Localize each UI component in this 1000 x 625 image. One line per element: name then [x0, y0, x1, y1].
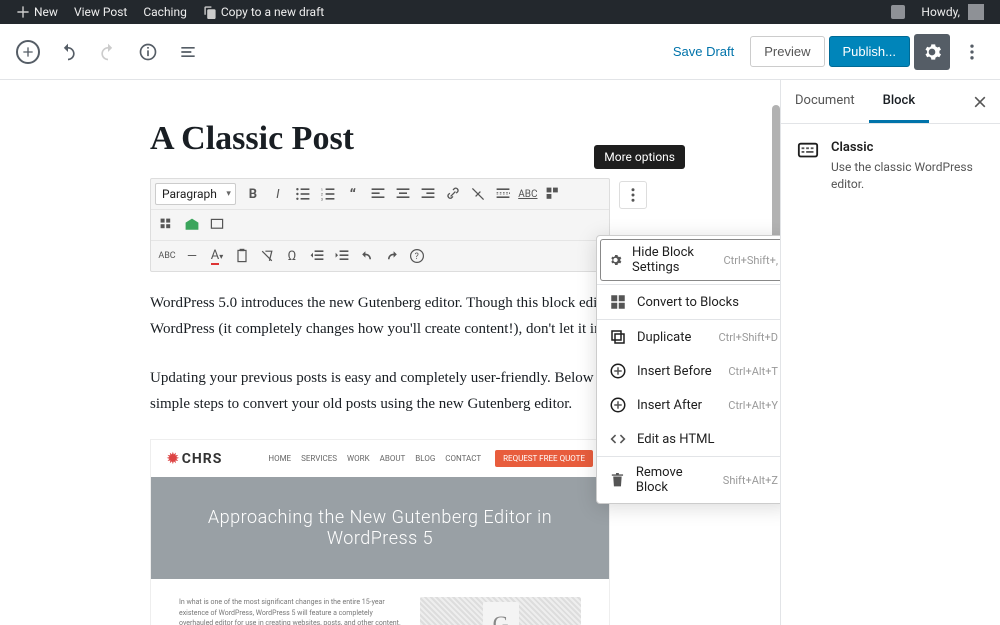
classic-toolbar: More options Paragraph B I 123 “ ABC	[150, 178, 610, 272]
grid-button[interactable]	[155, 213, 179, 237]
editor-header: Save Draft Preview Publish...	[0, 24, 1000, 80]
admin-howdy[interactable]: Howdy,	[913, 0, 992, 24]
more-tag-button[interactable]	[491, 182, 515, 206]
tb-undo-button[interactable]	[355, 244, 379, 268]
menu-duplicate[interactable]: Duplicate Ctrl+Shift+D	[597, 320, 780, 354]
tab-block[interactable]: Block	[869, 80, 929, 123]
blockquote-button[interactable]: “	[341, 182, 365, 206]
clear-format-button[interactable]	[255, 244, 279, 268]
special-char-button[interactable]: Ω	[280, 244, 304, 268]
info-button[interactable]	[130, 34, 166, 70]
bold-button[interactable]: B	[241, 182, 265, 206]
more-menu-button[interactable]	[954, 34, 990, 70]
duplicate-icon	[609, 328, 627, 346]
align-left-button[interactable]	[366, 182, 390, 206]
tb-redo-button[interactable]	[380, 244, 404, 268]
admin-bar: New View Post Caching Copy to a new draf…	[0, 0, 1000, 24]
format-select[interactable]: Paragraph	[155, 183, 236, 205]
menu-edit-as-html[interactable]: Edit as HTML	[597, 422, 780, 456]
embed-cta: Request Free Quote	[495, 450, 593, 467]
align-right-button[interactable]	[416, 182, 440, 206]
embed-body-text: In what is one of the most significant c…	[179, 597, 404, 625]
admin-caching[interactable]: Caching	[135, 0, 195, 24]
redo-button[interactable]	[90, 34, 126, 70]
svg-text:3: 3	[321, 196, 323, 201]
admin-new-button[interactable]: New	[8, 0, 66, 24]
italic-button[interactable]: I	[266, 182, 290, 206]
gear-icon	[609, 251, 622, 269]
insert-before-icon	[609, 362, 627, 380]
trash-icon	[609, 471, 626, 489]
hr-button[interactable]: —	[180, 244, 204, 268]
bullet-list-button[interactable]	[291, 182, 315, 206]
settings-button[interactable]	[914, 34, 950, 70]
help-button[interactable]: ?	[405, 244, 429, 268]
svg-text:?: ?	[415, 252, 419, 262]
save-draft-button[interactable]: Save Draft	[661, 36, 746, 67]
html-icon	[609, 430, 627, 448]
avatar	[968, 4, 984, 20]
block-info-desc: Use the classic WordPress editor.	[831, 159, 984, 193]
text-color-button[interactable]: A ▾	[205, 244, 229, 268]
embed-body-image	[420, 597, 581, 625]
undo-button[interactable]	[50, 34, 86, 70]
align-center-button[interactable]	[391, 182, 415, 206]
notification-icon	[891, 5, 905, 19]
block-options-dropdown: Hide Block Settings Ctrl+Shift+, Convert…	[596, 235, 780, 504]
strikethrough-button[interactable]: ABC	[155, 244, 179, 268]
menu-insert-before[interactable]: Insert Before Ctrl+Alt+T	[597, 354, 780, 388]
outline-button[interactable]	[170, 34, 206, 70]
embedded-image: CHRS HOMESERVICESWORKABOUTBLOGCONTACT Re…	[150, 439, 610, 625]
settings-sidebar: Document Block Classic Use the classic W…	[780, 80, 1000, 625]
embed-nav: HOMESERVICESWORKABOUTBLOGCONTACT	[268, 454, 481, 463]
admin-view-post[interactable]: View Post	[66, 0, 135, 24]
menu-convert-to-blocks[interactable]: Convert to Blocks	[597, 285, 780, 319]
indent-button[interactable]	[330, 244, 354, 268]
menu-remove-block[interactable]: Remove Block Shift+Alt+Z	[597, 457, 780, 503]
more-options-tooltip: More options	[594, 145, 685, 169]
add-block-button[interactable]	[10, 34, 46, 70]
insert-after-icon	[609, 396, 627, 414]
embed-hero: Approaching the New Gutenberg Editor in …	[151, 477, 609, 579]
blocks-icon	[609, 293, 627, 311]
link-button[interactable]	[441, 182, 465, 206]
unlink-button[interactable]	[466, 182, 490, 206]
block-info-title: Classic	[831, 140, 984, 155]
outdent-button[interactable]	[305, 244, 329, 268]
paste-button[interactable]	[230, 244, 254, 268]
toolbar-toggle-button[interactable]	[541, 182, 565, 206]
editor-canvas[interactable]: A Classic Post More options Paragraph B …	[0, 80, 780, 625]
classic-block-icon	[797, 140, 819, 162]
admin-copy-draft[interactable]: Copy to a new draft	[195, 0, 332, 24]
preview-button[interactable]: Preview	[750, 36, 824, 67]
spellcheck-button[interactable]: ABC	[516, 182, 540, 206]
menu-insert-after[interactable]: Insert After Ctrl+Alt+Y	[597, 388, 780, 422]
sidebar-close-button[interactable]	[960, 80, 1000, 123]
embed-logo: CHRS	[167, 451, 222, 467]
numbered-list-button[interactable]: 123	[316, 182, 340, 206]
block-more-options-button[interactable]	[619, 181, 647, 209]
publish-button[interactable]: Publish...	[829, 36, 910, 67]
tab-document[interactable]: Document	[781, 80, 869, 123]
admin-notifications[interactable]	[883, 0, 913, 24]
menu-hide-block-settings[interactable]: Hide Block Settings Ctrl+Shift+,	[600, 239, 780, 281]
media-button[interactable]	[180, 213, 204, 237]
widget-button[interactable]	[205, 213, 229, 237]
